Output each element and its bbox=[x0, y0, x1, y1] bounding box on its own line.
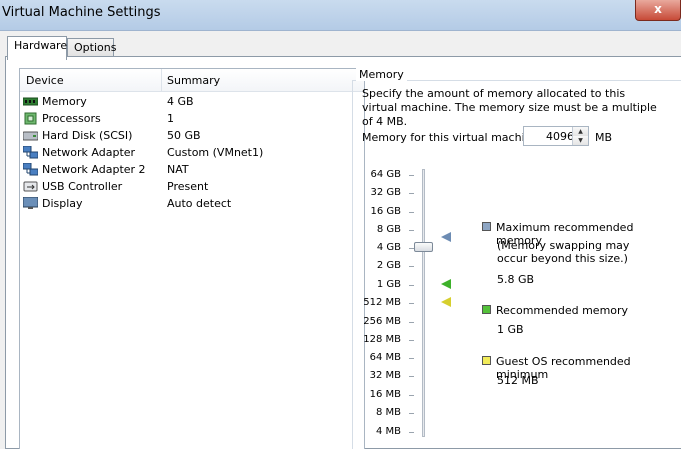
scale-tick bbox=[409, 212, 414, 213]
scale-label: 32 MB bbox=[369, 370, 401, 381]
recommended-swatch-icon bbox=[482, 305, 491, 314]
scale-label: 64 MB bbox=[369, 352, 401, 363]
scale-label: 32 GB bbox=[370, 187, 401, 198]
scale-tick bbox=[409, 395, 414, 396]
scale-label: 2 GB bbox=[376, 260, 401, 271]
memory-slider-thumb[interactable] bbox=[414, 242, 433, 252]
device-row-memory[interactable]: Memory 4 GB bbox=[22, 93, 362, 110]
scale-label: 4 MB bbox=[375, 426, 401, 437]
stepper-down-button[interactable]: ▼ bbox=[572, 136, 588, 145]
tab-hardware-label: Hardware bbox=[14, 39, 68, 52]
memory-slider-track[interactable] bbox=[422, 169, 425, 437]
scale-tick bbox=[409, 376, 414, 377]
memory-unit: MB bbox=[595, 131, 613, 144]
scale-tick bbox=[409, 175, 414, 176]
device-summary: Auto detect bbox=[167, 197, 232, 210]
scale-tick bbox=[409, 413, 414, 414]
scale-tick bbox=[409, 266, 414, 267]
column-separator[interactable] bbox=[161, 69, 162, 91]
scale-label: 8 GB bbox=[376, 224, 401, 235]
scale-tick bbox=[409, 285, 414, 286]
device-list[interactable]: Device Summary Memory 4 GB Processors 1 … bbox=[19, 68, 365, 449]
scale-tick bbox=[409, 193, 414, 194]
scale-label: 16 GB bbox=[370, 206, 401, 217]
device-name: Hard Disk (SCSI) bbox=[42, 129, 133, 142]
guest-min-swatch-icon bbox=[482, 356, 491, 365]
scale-tick bbox=[409, 322, 414, 323]
max-recommended-value: 5.8 GB bbox=[497, 273, 535, 286]
device-row-network-adapter-2[interactable]: Network Adapter 2 NAT bbox=[22, 161, 362, 178]
device-row-processors[interactable]: Processors 1 bbox=[22, 110, 362, 127]
memory-group-title: Memory bbox=[356, 68, 407, 81]
display-icon bbox=[23, 197, 38, 209]
device-summary: Custom (VMnet1) bbox=[167, 146, 264, 159]
recommended-value: 1 GB bbox=[497, 323, 524, 336]
max-recommended-note-2: occur beyond this size.) bbox=[497, 252, 628, 265]
scale-tick bbox=[409, 340, 414, 341]
memory-icon bbox=[23, 97, 38, 106]
max-recommended-swatch-icon bbox=[482, 222, 491, 231]
hard-disk-icon bbox=[23, 131, 38, 141]
device-summary: 1 bbox=[167, 112, 174, 125]
device-name: Network Adapter bbox=[42, 146, 136, 159]
device-row-network-adapter[interactable]: Network Adapter Custom (VMnet1) bbox=[22, 144, 362, 161]
guest-min-marker-icon bbox=[441, 297, 451, 307]
window-title: Virtual Machine Settings bbox=[2, 5, 161, 20]
device-name: Display bbox=[42, 197, 83, 210]
memory-field-label: Memory for this virtual machine: bbox=[362, 131, 543, 144]
scale-label: 64 GB bbox=[370, 169, 401, 180]
processor-icon bbox=[24, 112, 37, 125]
close-button[interactable]: x bbox=[635, 0, 681, 21]
scale-tick bbox=[409, 230, 414, 231]
tab-options[interactable]: Options bbox=[67, 38, 117, 58]
memory-description: Specify the amount of memory allocated t… bbox=[362, 87, 657, 128]
scale-label: 8 MB bbox=[375, 407, 401, 418]
recommended-label: Recommended memory bbox=[496, 304, 629, 317]
device-row-display[interactable]: Display Auto detect bbox=[22, 195, 362, 212]
scale-label: 1 GB bbox=[376, 279, 401, 290]
device-column-header[interactable]: Device bbox=[26, 74, 64, 87]
memory-input[interactable] bbox=[524, 127, 578, 145]
guest-min-value: 512 MB bbox=[497, 374, 539, 387]
device-name: Memory bbox=[42, 95, 87, 108]
max-recommended-note-1: (Memory swapping may bbox=[497, 239, 630, 252]
device-summary: NAT bbox=[167, 163, 189, 176]
scale-label: 256 MB bbox=[363, 316, 401, 327]
memory-stepper[interactable]: ▲ ▼ bbox=[523, 126, 589, 146]
scale-label: 512 MB bbox=[363, 297, 401, 308]
device-summary: 50 GB bbox=[167, 129, 201, 142]
device-summary: Present bbox=[167, 180, 209, 193]
device-name: USB Controller bbox=[42, 180, 123, 193]
scale-tick bbox=[409, 303, 414, 304]
title-bar: Virtual Machine Settings x bbox=[0, 0, 681, 31]
tab-hardware[interactable]: Hardware bbox=[7, 36, 67, 60]
usb-icon bbox=[23, 181, 38, 192]
scale-label: 4 GB bbox=[376, 242, 401, 253]
network-adapter-icon bbox=[23, 146, 38, 159]
summary-column-header[interactable]: Summary bbox=[167, 74, 220, 87]
device-row-usb-controller[interactable]: USB Controller Present bbox=[22, 178, 362, 195]
network-adapter-icon bbox=[23, 163, 38, 176]
max-recommended-marker-icon bbox=[441, 232, 451, 242]
tab-options-label: Options bbox=[74, 41, 117, 54]
scale-tick bbox=[409, 358, 414, 359]
device-list-header: Device Summary bbox=[20, 69, 364, 92]
device-summary: 4 GB bbox=[167, 95, 194, 108]
device-name: Processors bbox=[42, 112, 101, 125]
device-row-hard-disk[interactable]: Hard Disk (SCSI) 50 GB bbox=[22, 127, 362, 144]
scale-label: 128 MB bbox=[363, 334, 401, 345]
scale-label: 16 MB bbox=[369, 389, 401, 400]
scale-tick bbox=[409, 432, 414, 433]
device-name: Network Adapter 2 bbox=[42, 163, 146, 176]
recommended-marker-icon bbox=[441, 279, 451, 289]
